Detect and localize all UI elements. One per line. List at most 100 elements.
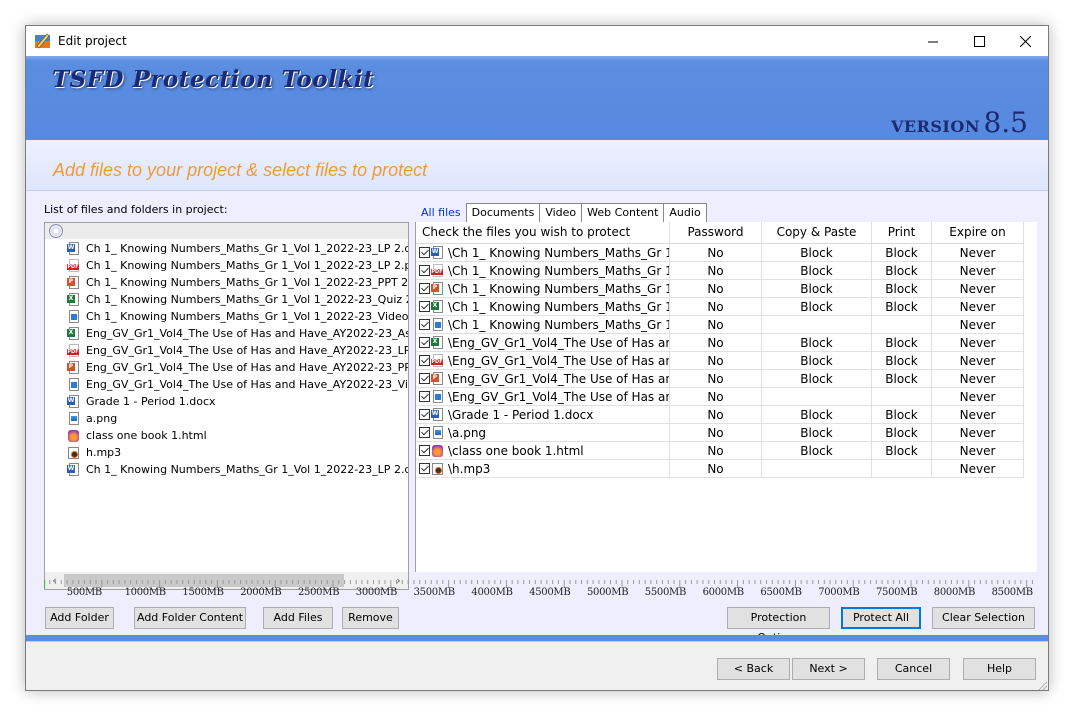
expire-cell[interactable]: Never [932,406,1024,424]
tree-root-row[interactable] [45,223,408,239]
table-row[interactable]: PDF \Ch 1_ Knowing Numbers_Maths_Gr 1... N… [416,262,1024,280]
copy-paste-cell[interactable]: Block [762,442,872,460]
print-cell[interactable]: Block [872,406,932,424]
tab-web-content[interactable]: Web Content [581,203,665,222]
tree-file-item[interactable]: P Eng_GV_Gr1_Vol4_The Use of Has and Have… [67,359,408,376]
tree-file-item[interactable]: h.mp3 [67,444,121,461]
tree-file-item[interactable]: Eng_GV_Gr1_Vol4_The Use of Has and Have_… [67,376,408,393]
help-button[interactable]: Help [963,658,1036,680]
header-file[interactable]: Check the files you wish to protect [416,222,670,243]
password-cell[interactable]: No [670,280,762,298]
add-folder-content-button[interactable]: Add Folder Content [134,607,246,629]
table-row[interactable]: X \Ch 1_ Knowing Numbers_Maths_Gr 1... No B… [416,298,1024,316]
expire-cell[interactable]: Never [932,244,1024,262]
copy-paste-cell[interactable]: Block [762,298,872,316]
tree-file-item[interactable]: X Ch 1_ Knowing Numbers_Maths_Gr 1_Vol 1_… [67,291,408,308]
protect-checkbox[interactable] [419,463,430,474]
expire-cell[interactable]: Never [932,388,1024,406]
header-expire-on[interactable]: Expire on [932,222,1024,243]
protection-options-button[interactable]: Protection Options [727,607,830,644]
protect-checkbox[interactable] [419,247,430,258]
protect-checkbox[interactable] [419,283,430,294]
password-cell[interactable]: No [670,316,762,334]
password-cell[interactable]: No [670,460,762,478]
password-cell[interactable]: No [670,262,762,280]
table-row[interactable]: P \Ch 1_ Knowing Numbers_Maths_Gr 1... No B… [416,280,1024,298]
add-folder-button[interactable]: Add Folder [45,607,114,629]
password-cell[interactable]: No [670,442,762,460]
table-row[interactable]: \class one book 1.html No Block Block Never [416,442,1024,460]
table-row[interactable]: \a.png No Block Block Never [416,424,1024,442]
add-files-button[interactable]: Add Files [263,607,333,629]
tree-file-item[interactable]: W Grade 1 - Period 1.docx [67,393,216,410]
password-cell[interactable]: No [670,406,762,424]
print-cell[interactable]: Block [872,352,932,370]
tree-file-item[interactable]: W Ch 1_ Knowing Numbers_Maths_Gr 1_Vol 1_… [67,240,408,257]
next-button[interactable]: Next > [792,658,865,680]
tree-file-item[interactable]: a.png [67,410,117,427]
print-cell[interactable]: Block [872,280,932,298]
password-cell[interactable]: No [670,334,762,352]
header-copy-paste[interactable]: Copy & Paste [762,222,872,243]
print-cell[interactable]: Block [872,424,932,442]
tree-file-item[interactable]: PDF Eng_GV_Gr1_Vol4_The Use of Has and Ha… [67,342,408,359]
tree-file-item[interactable]: X Eng_GV_Gr1_Vol4_The Use of Has and Have… [67,325,408,342]
copy-paste-cell[interactable]: Block [762,280,872,298]
tab-audio[interactable]: Audio [663,203,707,222]
protect-checkbox[interactable] [419,445,430,456]
table-row[interactable]: W \Grade 1 - Period 1.docx No Block Block Nev… [416,406,1024,424]
copy-paste-cell[interactable]: Block [762,262,872,280]
table-row[interactable]: W \Ch 1_ Knowing Numbers_Maths_Gr 1... No B… [416,244,1024,262]
protect-all-button[interactable]: Protect All [841,607,921,629]
print-cell[interactable]: Block [872,334,932,352]
protect-checkbox[interactable] [419,301,430,312]
table-row[interactable]: \Eng_GV_Gr1_Vol4_The Use of Has and... No… [416,388,1024,406]
print-cell[interactable] [872,460,932,478]
expire-cell[interactable]: Never [932,460,1024,478]
protect-checkbox[interactable] [419,265,430,276]
table-row[interactable]: P \Eng_GV_Gr1_Vol4_The Use of Has and... N… [416,370,1024,388]
protect-checkbox[interactable] [419,373,430,384]
password-cell[interactable]: No [670,388,762,406]
copy-paste-cell[interactable] [762,388,872,406]
copy-paste-cell[interactable]: Block [762,352,872,370]
print-cell[interactable]: Block [872,262,932,280]
password-cell[interactable]: No [670,370,762,388]
copy-paste-cell[interactable] [762,460,872,478]
print-cell[interactable]: Block [872,244,932,262]
expire-cell[interactable]: Never [932,442,1024,460]
close-button[interactable] [1002,26,1048,56]
copy-paste-cell[interactable]: Block [762,406,872,424]
remove-button[interactable]: Remove [342,607,399,629]
expire-cell[interactable]: Never [932,352,1024,370]
project-file-tree[interactable]: W Ch 1_ Knowing Numbers_Maths_Gr 1_Vol 1_… [44,222,409,574]
expire-cell[interactable]: Never [932,316,1024,334]
table-row[interactable]: X \Eng_GV_Gr1_Vol4_The Use of Has and... N… [416,334,1024,352]
cancel-button[interactable]: Cancel [877,658,950,680]
protect-checkbox[interactable] [419,337,430,348]
minimize-button[interactable] [910,26,956,56]
copy-paste-cell[interactable] [762,316,872,334]
table-row[interactable]: PDF \Eng_GV_Gr1_Vol4_The Use of Has and..… [416,352,1024,370]
tab-all-files[interactable]: All files [415,203,467,222]
copy-paste-cell[interactable]: Block [762,244,872,262]
protect-checkbox[interactable] [419,355,430,366]
back-button[interactable]: < Back [717,658,790,680]
copy-paste-cell[interactable]: Block [762,370,872,388]
print-cell[interactable]: Block [872,442,932,460]
tree-file-item[interactable]: Ch 1_ Knowing Numbers_Maths_Gr 1_Vol 1_2… [67,308,408,325]
tree-file-item[interactable]: class one book 1.html [67,427,207,444]
expire-cell[interactable]: Never [932,334,1024,352]
tab-video[interactable]: Video [539,203,583,222]
maximize-button[interactable] [956,26,1002,56]
print-cell[interactable] [872,388,932,406]
header-password[interactable]: Password [670,222,762,243]
expire-cell[interactable]: Never [932,424,1024,442]
print-cell[interactable] [872,316,932,334]
expire-cell[interactable]: Never [932,262,1024,280]
protect-checkbox[interactable] [419,427,430,438]
resize-grip[interactable] [1037,680,1047,690]
protect-checkbox[interactable] [419,391,430,402]
print-cell[interactable]: Block [872,370,932,388]
clear-selection-button[interactable]: Clear Selection [932,607,1035,629]
